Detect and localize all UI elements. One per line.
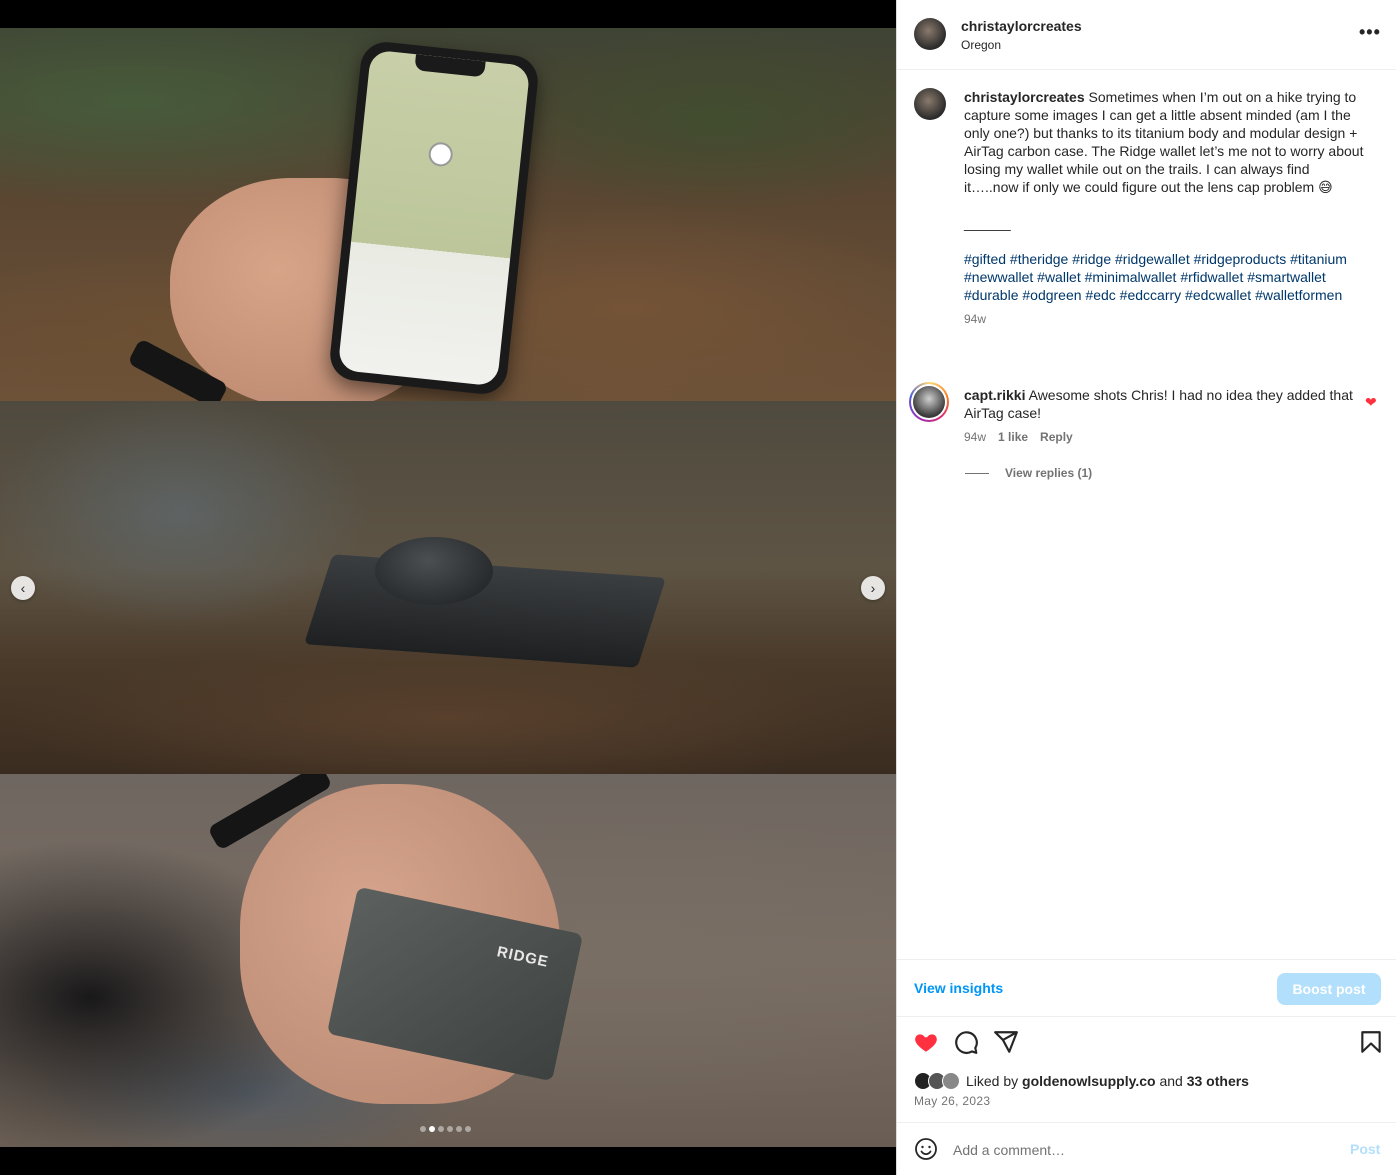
- caption-time: 94w: [964, 312, 987, 326]
- avatar: [913, 386, 945, 418]
- carousel-dot: [456, 1126, 462, 1132]
- heart-icon[interactable]: ❤: [1365, 394, 1377, 411]
- comment-time: 94w: [964, 430, 987, 444]
- post-comment-button[interactable]: Post: [1350, 1141, 1380, 1157]
- caption-body: christaylorcreates Sometimes when I’m ou…: [964, 88, 1364, 328]
- carousel-prev-button[interactable]: ‹: [11, 576, 35, 600]
- map-pin-icon: [427, 141, 454, 168]
- caption-divider: ______: [964, 215, 1011, 231]
- carousel-dot: [438, 1126, 444, 1132]
- comment-input[interactable]: [953, 1139, 1333, 1161]
- photo-phone-find-my: [0, 28, 896, 401]
- carousel-next-button[interactable]: ›: [861, 576, 885, 600]
- airtag-case: [375, 537, 493, 605]
- avatar: [942, 1072, 960, 1090]
- share-icon[interactable]: [992, 1028, 1020, 1056]
- post-author-username[interactable]: christaylorcreates: [961, 18, 1082, 34]
- comment-username[interactable]: capt.rikki: [964, 387, 1025, 403]
- divider: [965, 472, 989, 474]
- add-comment-bar: Post: [897, 1122, 1396, 1175]
- more-options-icon[interactable]: •••: [1359, 22, 1381, 43]
- carousel-dot: [447, 1126, 453, 1132]
- bookmark-icon[interactable]: [1357, 1028, 1385, 1056]
- phone-screen: [337, 49, 531, 387]
- phone-notch: [414, 54, 486, 78]
- post-location[interactable]: Oregon: [961, 38, 1001, 52]
- phone: [327, 39, 541, 397]
- story-ring-inner: [911, 384, 947, 420]
- chevron-left-icon: ‹: [20, 580, 26, 596]
- view-replies-button[interactable]: View replies (1): [965, 466, 1092, 480]
- comment-likes[interactable]: 1 like: [998, 430, 1028, 444]
- likes-others[interactable]: 33 others: [1187, 1073, 1249, 1089]
- avatar[interactable]: [914, 18, 946, 50]
- post-actions: [897, 1028, 1396, 1058]
- boost-post-button[interactable]: Boost post: [1277, 973, 1381, 1005]
- heart-icon[interactable]: [912, 1028, 940, 1056]
- carousel-dot: [429, 1126, 435, 1132]
- view-replies-label: View replies (1): [1005, 466, 1093, 480]
- photo-wallet-hand: RIDGE: [0, 774, 896, 1147]
- likes-prefix: Liked by: [966, 1073, 1019, 1089]
- caption-hashtags[interactable]: #gifted #theridge #ridge #ridgewallet #r…: [964, 250, 1364, 304]
- emoji-icon[interactable]: [914, 1137, 938, 1161]
- post-side-panel: christaylorcreates Oregon ••• christaylo…: [896, 0, 1396, 1175]
- carousel-dot: [465, 1126, 471, 1132]
- comment-meta: 94w 1 like Reply: [964, 430, 1073, 444]
- reply-button[interactable]: Reply: [1040, 430, 1073, 444]
- liker-avatars[interactable]: [914, 1072, 960, 1090]
- post-header: christaylorcreates Oregon •••: [897, 0, 1396, 70]
- avatar[interactable]: [914, 88, 946, 120]
- post-media: RIDGE ‹ ›: [0, 0, 896, 1175]
- caption-username[interactable]: christaylorcreates: [964, 89, 1085, 105]
- carousel-dot: [420, 1126, 426, 1132]
- view-insights-link[interactable]: View insights: [914, 980, 1003, 996]
- carousel-indicator: [420, 1126, 471, 1132]
- photo-wallet-airtag: [0, 401, 896, 774]
- post-date: May 26, 2023: [914, 1094, 991, 1108]
- comment-icon[interactable]: [952, 1028, 980, 1056]
- insights-bar: View insights Boost post: [897, 959, 1396, 1017]
- story-ring[interactable]: [909, 382, 949, 422]
- likes-summary: Liked by goldenowlsupply.co and 33 other…: [914, 1072, 1249, 1090]
- comment-body: capt.rikki Awesome shots Chris! I had no…: [964, 386, 1354, 422]
- likes-and: and: [1159, 1073, 1183, 1089]
- chevron-right-icon: ›: [870, 580, 876, 596]
- wallet-brand-logo: RIDGE: [495, 943, 551, 971]
- liker-username[interactable]: goldenowlsupply.co: [1022, 1073, 1156, 1089]
